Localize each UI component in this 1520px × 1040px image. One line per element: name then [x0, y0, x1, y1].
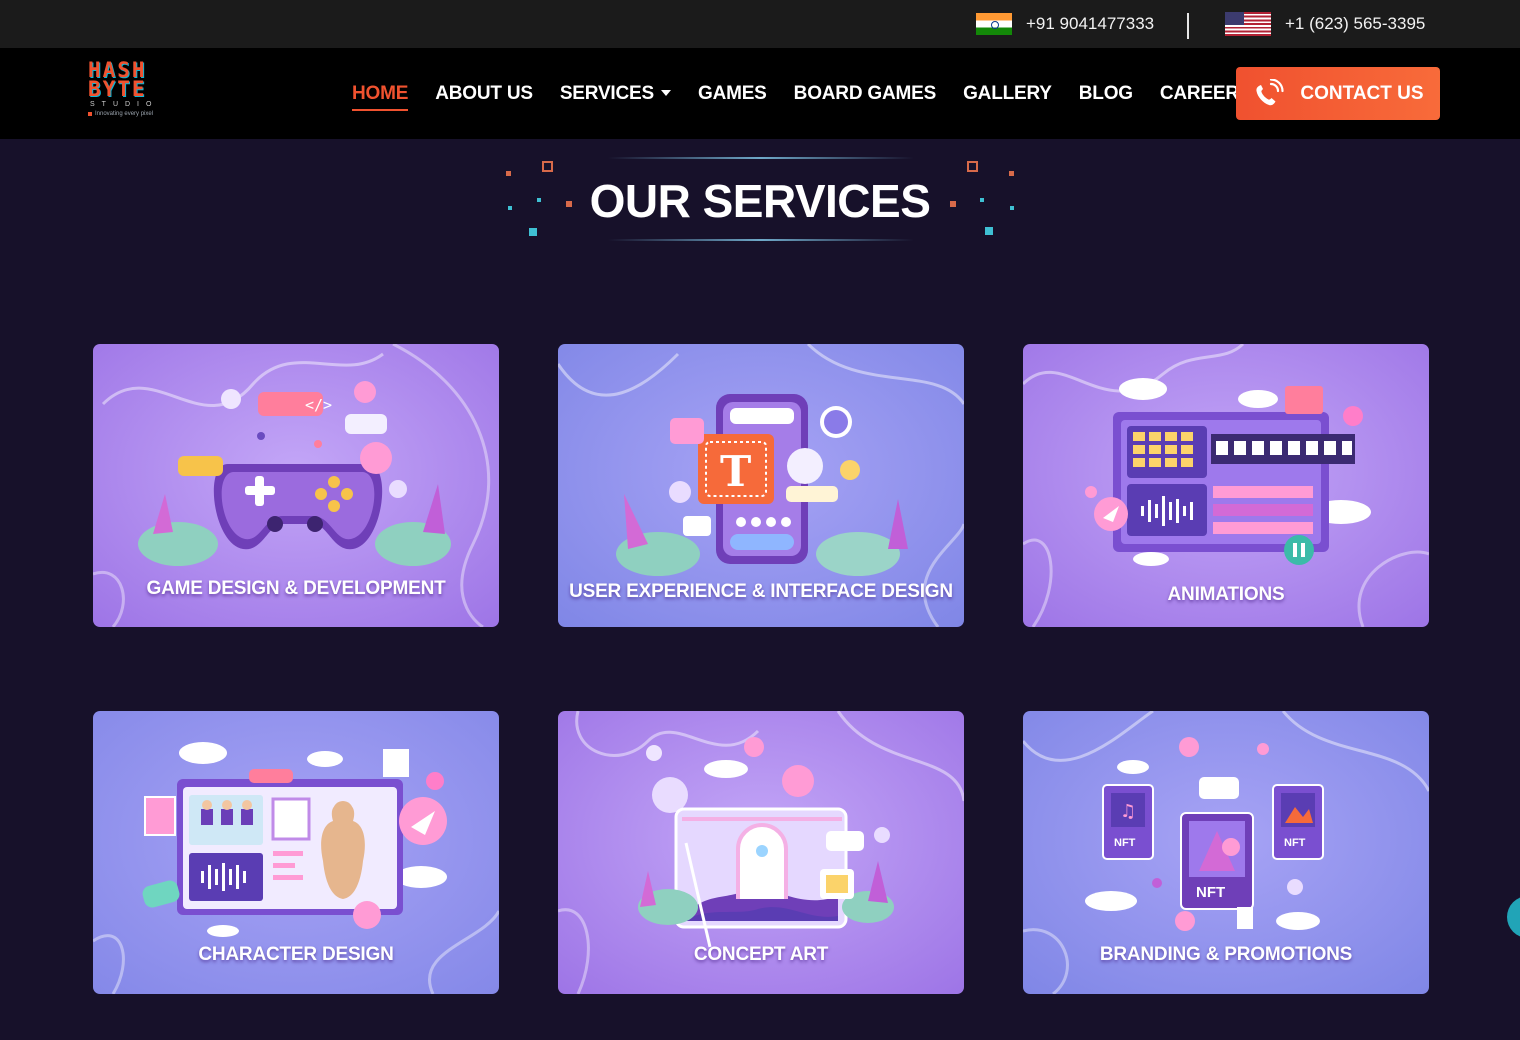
service-card-title: ANIMATIONS	[1167, 584, 1285, 605]
logo-tagline: Innovating every pixel	[88, 111, 182, 117]
square-icon	[88, 112, 92, 116]
top-contact-bar: +91 9041477333 +1 (623) 565-3395	[0, 0, 1520, 48]
india-phone[interactable]: +91 9041477333	[976, 0, 1154, 48]
svg-text:♫: ♫	[1120, 801, 1136, 822]
nav-item-board-games[interactable]: BOARD GAMES	[794, 83, 937, 105]
service-card-title: USER EXPERIENCE & INTERFACE DESIGN	[569, 581, 953, 602]
floating-side-tab[interactable]	[1507, 896, 1520, 938]
us-flag-icon	[1225, 12, 1271, 36]
india-phone-number[interactable]: +91 9041477333	[1026, 14, 1154, 34]
nav-item-games[interactable]: GAMES	[698, 83, 767, 105]
contact-us-label: CONTACT US	[1300, 82, 1424, 104]
svg-text:NFT: NFT	[1196, 884, 1225, 901]
nav-item-home[interactable]: HOME	[352, 83, 409, 111]
contact-us-button[interactable]: CONTACT US	[1236, 67, 1440, 120]
caret-down-icon	[660, 90, 671, 97]
service-card-title: BRANDING & PROMOTIONS	[1099, 944, 1353, 965]
service-card-title: GAME DESIGN & DEVELOPMENT	[146, 578, 446, 599]
service-card-character-design[interactable]: CHARACTER DESIGN	[93, 711, 499, 994]
decorative-pixels	[506, 161, 1014, 236]
logo-word-studio: STUDIO	[90, 101, 159, 108]
logo-word-byte: BYTE	[88, 77, 147, 101]
india-flag-icon	[976, 13, 1012, 35]
service-card-ux-ui-design[interactable]: T USER EXPERIENCE & INTERFACE DESIGN	[558, 344, 964, 627]
svg-text:T: T	[720, 447, 751, 496]
svg-text:</>: </>	[305, 396, 332, 414]
service-card-branding-promotions[interactable]: ♫ NFT NFT NFT BRANDING & PROMOTIONS	[1023, 711, 1429, 994]
nav-item-blog[interactable]: BLOG	[1079, 83, 1133, 105]
services-heading-block: OUR SERVICES	[490, 150, 1030, 250]
logo-tagline-text: Innovating every pixel	[95, 111, 154, 117]
nav-item-about-us[interactable]: ABOUT US	[435, 83, 533, 105]
main-navbar: HASH BYTE STUDIO Innovating every pixel …	[0, 48, 1520, 139]
phone-ringing-icon	[1256, 78, 1285, 105]
nav-item-gallery[interactable]: GALLERY	[963, 83, 1052, 105]
svg-text:NFT: NFT	[1284, 837, 1306, 849]
nav-menu: HOME ABOUT US SERVICES GAMES BOARD GAMES…	[352, 48, 1239, 139]
logo[interactable]: HASH BYTE STUDIO Innovating every pixel	[88, 60, 182, 127]
divider	[1187, 13, 1189, 39]
service-card-animations[interactable]: ANIMATIONS	[1023, 344, 1429, 627]
service-card-title: CONCEPT ART	[693, 944, 829, 965]
nav-item-career[interactable]: CAREER	[1160, 83, 1239, 105]
service-card-concept-art[interactable]: CONCEPT ART	[558, 711, 964, 994]
service-card-game-design[interactable]: </> GAME DESIGN & DEVELOPMENT	[93, 344, 499, 627]
service-card-title: CHARACTER DESIGN	[198, 944, 394, 965]
svg-text:NFT: NFT	[1114, 837, 1136, 849]
us-phone-number[interactable]: +1 (623) 565-3395	[1285, 14, 1425, 34]
nav-item-services-label: SERVICES	[559, 82, 654, 104]
us-phone[interactable]: +1 (623) 565-3395	[1225, 0, 1425, 48]
nav-item-services[interactable]: SERVICES	[560, 83, 671, 105]
